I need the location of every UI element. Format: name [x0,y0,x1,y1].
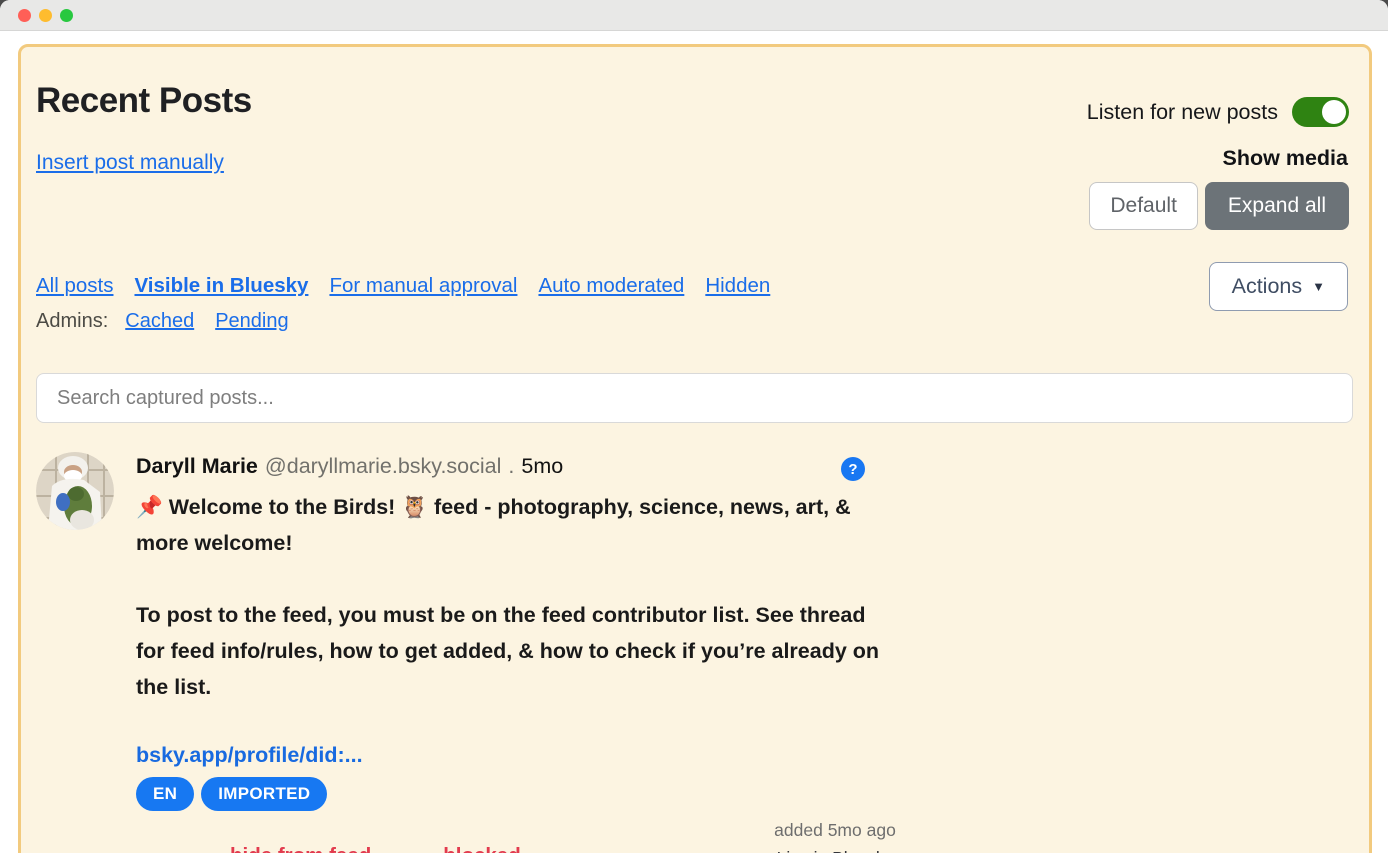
actions-dropdown-button[interactable]: Actions ▼ [1209,262,1348,311]
avatar[interactable] [36,452,114,530]
minimize-window-icon[interactable] [39,9,52,22]
hide-from-feed-link[interactable]: hide from feed [230,844,371,853]
caret-down-icon: ▼ [1312,279,1325,294]
tab-for-manual-approval[interactable]: For manual approval [329,274,517,298]
filter-tabs: All posts Visible in Bluesky For manual … [36,274,770,298]
zoom-window-icon[interactable] [60,9,73,22]
listen-toggle-row: Listen for new posts [1087,97,1349,127]
post-action-links: hide from feed blocked [230,844,521,853]
search-input[interactable] [36,373,1353,423]
post-meta: added 5mo ago Live in Bluesky [755,816,915,853]
insert-post-manually-link[interactable]: Insert post manually [36,151,224,175]
admins-row: Admins: Cached Pending [36,310,289,333]
tab-visible-in-bluesky[interactable]: Visible in Bluesky [134,274,308,298]
show-media-label: Show media [1223,146,1348,171]
recent-posts-panel: Recent Posts Insert post manually Listen… [18,44,1372,853]
toggle-knob [1322,100,1346,124]
post-profile-link[interactable]: bsky.app/profile/did:... [136,743,363,768]
show-media-button-group: Default Expand all [1089,182,1349,230]
tab-auto-moderated[interactable]: Auto moderated [538,274,684,298]
post-added-timestamp: added 5mo ago [755,816,915,844]
avatar-image [36,452,114,530]
show-media-default-button[interactable]: Default [1089,182,1198,230]
blocked-link[interactable]: blocked [443,844,520,853]
tab-all-posts[interactable]: All posts [36,274,113,298]
show-media-expand-all-button[interactable]: Expand all [1205,182,1349,230]
post-badges: EN IMPORTED [136,777,327,811]
help-icon[interactable]: ? [841,457,865,481]
admins-label: Admins: [36,310,108,333]
close-window-icon[interactable] [18,9,31,22]
admins-cached-link[interactable]: Cached [125,310,194,333]
post-age: 5mo [521,454,563,479]
admins-pending-link[interactable]: Pending [215,310,288,333]
imported-badge: IMPORTED [201,777,327,811]
post-handle[interactable]: @daryllmarie.bsky.social [265,454,502,479]
post-header: Daryll Marie @daryllmarie.bsky.social . … [136,454,563,479]
post-status: Live in Bluesky [755,844,915,853]
app-window: Recent Posts Insert post manually Listen… [0,0,1388,853]
post-author[interactable]: Daryll Marie [136,454,258,479]
tab-hidden[interactable]: Hidden [705,274,770,298]
title-bar [0,0,1388,31]
listen-toggle-label: Listen for new posts [1087,100,1278,125]
post-separator: . [508,454,514,479]
actions-dropdown-label: Actions [1232,274,1303,299]
language-badge: EN [136,777,194,811]
listen-toggle-switch[interactable] [1292,97,1349,127]
page-title: Recent Posts [36,81,252,121]
post-text-rules: To post to the feed, you must be on the … [136,597,888,705]
post-text-intro: 📌 Welcome to the Birds! 🦉 feed - photogr… [136,489,888,561]
